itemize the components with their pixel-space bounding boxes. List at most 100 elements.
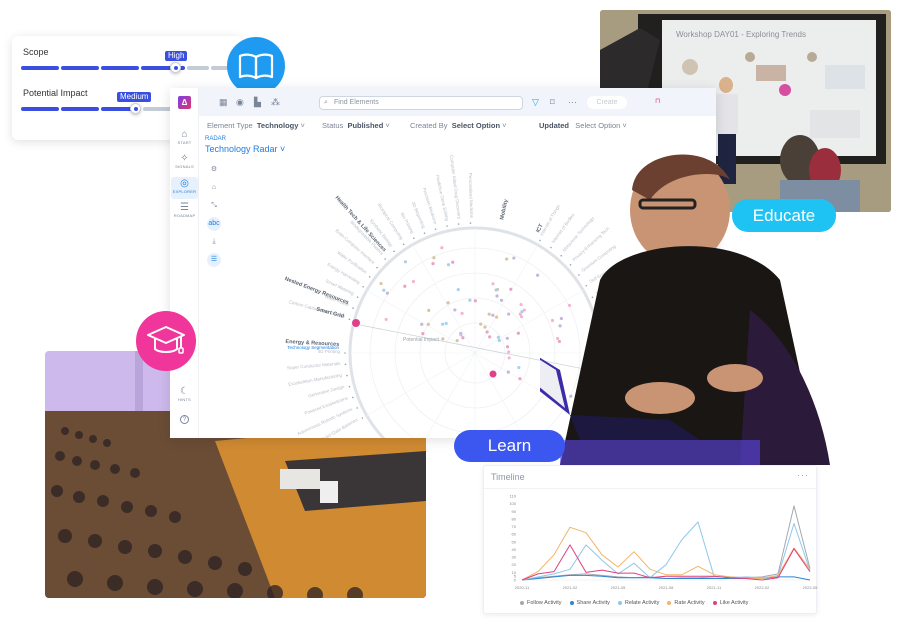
settings-tool[interactable]: ⚙ bbox=[207, 163, 221, 177]
radar-blip[interactable] bbox=[505, 336, 509, 340]
scope-slider[interactable] bbox=[21, 66, 231, 70]
radar-blip[interactable] bbox=[487, 312, 491, 316]
timeline-menu-button[interactable]: ··· bbox=[797, 470, 809, 480]
radar-blip[interactable] bbox=[420, 322, 424, 326]
radar-blip[interactable] bbox=[519, 315, 524, 319]
radar-blip[interactable] bbox=[460, 311, 464, 315]
filter-updated[interactable]: Updated Select Option ˅ bbox=[539, 121, 627, 130]
radar-blip[interactable] bbox=[379, 281, 383, 286]
legend-item[interactable]: Rate Activity bbox=[667, 600, 705, 606]
create-button[interactable]: Create bbox=[587, 96, 627, 109]
radar-blip[interactable] bbox=[522, 308, 526, 312]
scope-slider-thumb[interactable] bbox=[170, 62, 181, 73]
radar-blip[interactable] bbox=[491, 313, 495, 317]
radar-segment-label[interactable]: Super Conductor Materials bbox=[287, 361, 342, 371]
radar-segment-label[interactable]: Precision Medicine bbox=[422, 187, 438, 225]
radar-blip-highlighted[interactable] bbox=[352, 319, 360, 327]
radar-blip[interactable] bbox=[440, 246, 444, 250]
radar-segment-label[interactable]: Exoskeleton Manufacturing bbox=[288, 372, 343, 386]
radar-blip[interactable] bbox=[505, 257, 509, 261]
labels-tool[interactable]: abc bbox=[207, 217, 221, 231]
radar-blip[interactable] bbox=[519, 302, 523, 307]
impact-slider-thumb[interactable] bbox=[130, 103, 141, 114]
radar-blip[interactable] bbox=[440, 322, 445, 326]
radar-blip[interactable] bbox=[384, 317, 388, 322]
radar-blip[interactable] bbox=[507, 356, 511, 360]
radar-blip[interactable] bbox=[518, 377, 522, 381]
radar-blip[interactable] bbox=[517, 365, 521, 370]
radar-blip[interactable] bbox=[403, 284, 407, 288]
radar-blip[interactable] bbox=[459, 333, 463, 337]
radar-blip[interactable] bbox=[516, 331, 520, 335]
legend-item[interactable]: Share Activity bbox=[569, 600, 610, 606]
radar-blip[interactable] bbox=[431, 261, 435, 266]
radar-blip-highlighted[interactable] bbox=[489, 370, 497, 378]
lock-icon[interactable]: ⊓ bbox=[655, 97, 660, 105]
bar-chart-icon[interactable]: ▙ bbox=[254, 97, 261, 108]
radar-blip[interactable] bbox=[426, 322, 430, 326]
filter-status[interactable]: Status Published ˅ bbox=[322, 121, 390, 130]
radar-blip[interactable] bbox=[485, 330, 489, 334]
network-icon[interactable]: ⁂ bbox=[271, 97, 280, 108]
radar-blip[interactable] bbox=[483, 325, 487, 329]
radar-blip[interactable] bbox=[421, 331, 425, 336]
radar-blip[interactable] bbox=[479, 322, 483, 326]
filter-created-by[interactable]: Created By Select Option ˅ bbox=[410, 121, 507, 130]
radar-blip[interactable] bbox=[411, 279, 416, 284]
radar-category-label[interactable]: Engineering bbox=[344, 437, 372, 438]
legend-item[interactable]: Follow Activity bbox=[520, 600, 562, 606]
bookmark-icon[interactable]: ⌑ bbox=[550, 97, 555, 108]
search-input[interactable]: ⌕ Find Elements bbox=[319, 96, 523, 110]
filter-element-type[interactable]: Element Type Technology ˅ bbox=[207, 121, 305, 130]
radar-blip[interactable] bbox=[497, 338, 501, 343]
radar-blip[interactable] bbox=[453, 308, 457, 312]
radar-blip[interactable] bbox=[385, 291, 389, 295]
sidebar-item-hints[interactable]: ☾ HINTS bbox=[171, 386, 198, 404]
radar-blip[interactable] bbox=[456, 287, 460, 292]
radar-segment-label[interactable]: 3D Bioprinting bbox=[411, 201, 427, 229]
filter-icon[interactable]: ▽ bbox=[532, 97, 539, 108]
radar-blip[interactable] bbox=[491, 282, 495, 286]
radar-blip[interactable] bbox=[495, 294, 499, 298]
radar-segment-label[interactable]: Generative Design bbox=[308, 384, 346, 399]
radar-blip[interactable] bbox=[432, 256, 436, 260]
radar-segment-label[interactable]: Bio Printing bbox=[400, 212, 415, 235]
radar-blip[interactable] bbox=[473, 299, 477, 303]
radar-category-label[interactable]: Mobility bbox=[499, 198, 509, 220]
grid-icon[interactable]: ▦ bbox=[219, 97, 228, 108]
radar-blip[interactable] bbox=[512, 256, 516, 260]
expand-tool[interactable]: ⤡ bbox=[207, 199, 221, 213]
list-tool[interactable]: ☰ bbox=[207, 253, 221, 267]
radar-blip[interactable] bbox=[461, 336, 465, 340]
radar-blip[interactable] bbox=[446, 301, 450, 305]
impact-slider[interactable] bbox=[21, 107, 177, 111]
sidebar-item-explorer[interactable]: ◎ EXPLORER bbox=[171, 177, 198, 199]
radar-blip[interactable] bbox=[446, 263, 451, 267]
sidebar-item-start[interactable]: ⌂ START bbox=[171, 129, 198, 149]
legend-item[interactable]: Like Activity bbox=[712, 600, 748, 606]
sidebar-item-signals[interactable]: ✧ SIGNALS bbox=[171, 153, 198, 173]
home-tool[interactable]: ⌂ bbox=[207, 181, 221, 195]
radar-blip[interactable] bbox=[505, 345, 510, 349]
radar-blip[interactable] bbox=[444, 321, 448, 326]
radar-blip[interactable] bbox=[382, 288, 386, 292]
download-tool[interactable]: ⤓ bbox=[207, 235, 221, 249]
radar-segment-label[interactable]: Personalized Medicine bbox=[468, 173, 475, 219]
radar-blip[interactable] bbox=[451, 260, 455, 264]
radar-blip[interactable] bbox=[499, 298, 504, 302]
sidebar-item-roadmap[interactable]: ☰ ROADMAP bbox=[171, 202, 198, 222]
radar-blip[interactable] bbox=[509, 287, 513, 291]
radar-blip[interactable] bbox=[506, 370, 510, 374]
radar-blip[interactable] bbox=[455, 338, 459, 343]
radar-blip[interactable] bbox=[507, 350, 511, 354]
radar-blip[interactable] bbox=[494, 315, 499, 319]
radar-segment-label[interactable]: Predictive Gene Editing bbox=[435, 174, 450, 221]
radar-blip[interactable] bbox=[403, 260, 408, 264]
radar-blip[interactable] bbox=[507, 312, 511, 316]
radar-category-label[interactable]: Smart Grid bbox=[316, 307, 345, 320]
radar-blip[interactable] bbox=[427, 308, 431, 312]
radar-blip[interactable] bbox=[468, 298, 472, 302]
app-logo[interactable]: Δ bbox=[178, 96, 191, 109]
radar-blip[interactable] bbox=[441, 337, 445, 341]
more-icon[interactable]: ··· bbox=[568, 97, 577, 107]
